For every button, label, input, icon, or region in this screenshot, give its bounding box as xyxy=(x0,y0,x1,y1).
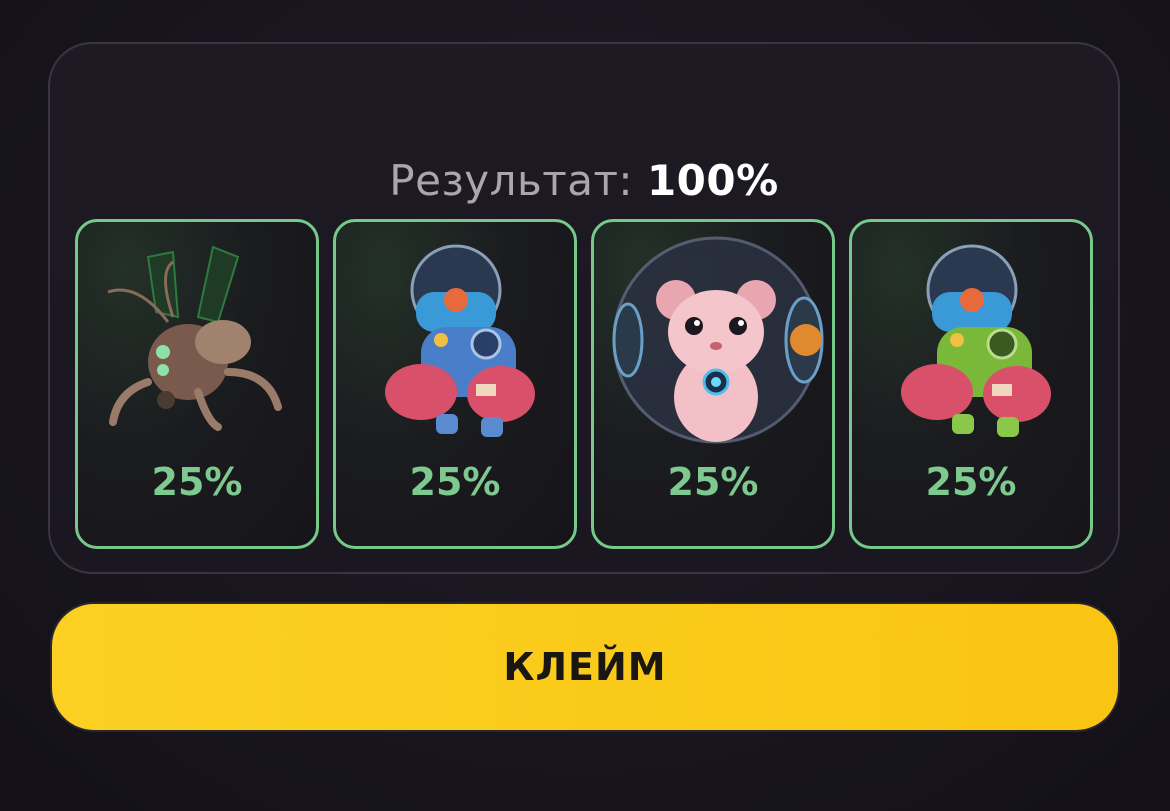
bug-mech-icon xyxy=(107,245,282,431)
result-value: 100% xyxy=(646,156,779,205)
hamster-ball-icon xyxy=(612,236,824,444)
card-fishbowl-mech-blue[interactable]: 25% xyxy=(333,219,577,549)
card-percent: 25% xyxy=(409,460,501,504)
card-percent: 25% xyxy=(667,460,759,504)
card-fishbowl-mech-green[interactable]: 25% xyxy=(849,219,1093,549)
card-bug-mech[interactable]: 25% xyxy=(75,219,319,549)
fishbowl-mech-blue-icon xyxy=(385,244,535,437)
result-line: Результат: 100% xyxy=(50,156,1118,205)
card-percent: 25% xyxy=(151,460,243,504)
card-hamster-ball[interactable]: 25% xyxy=(591,219,835,549)
claim-button[interactable]: КЛЕЙМ xyxy=(50,602,1120,732)
card-percent: 25% xyxy=(925,460,1017,504)
fishbowl-mech-green-icon xyxy=(901,244,1051,437)
result-label: Результат: xyxy=(389,156,634,205)
cards-row: 25% 25% 25% 25% xyxy=(75,219,1095,549)
